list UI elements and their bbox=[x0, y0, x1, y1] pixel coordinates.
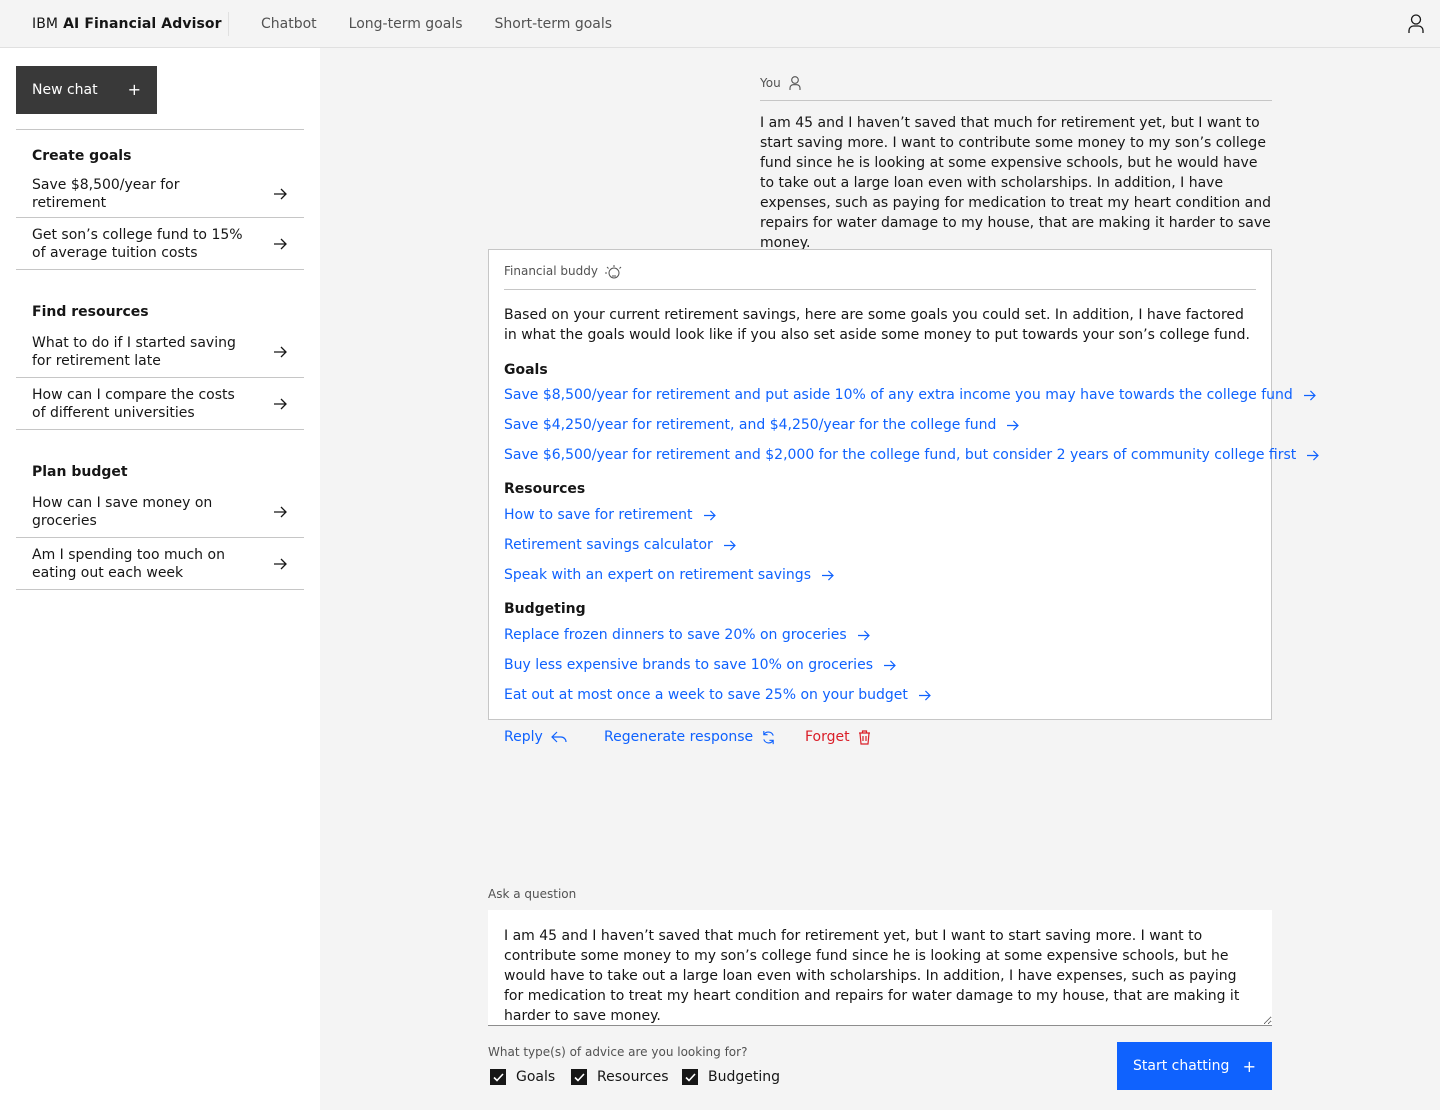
arrow-right-icon bbox=[1303, 389, 1316, 401]
advice-type-label: What type(s) of advice are you looking f… bbox=[488, 1045, 748, 1059]
goal-link-label: Save $4,250/year for retirement, and $4,… bbox=[504, 417, 997, 433]
arrow-right-icon bbox=[857, 629, 870, 641]
sidebar-heading-plan-budget: Plan budget bbox=[32, 464, 128, 480]
budget-link-2[interactable]: Buy less expensive brands to save 10% on… bbox=[504, 655, 896, 675]
arrow-right-icon bbox=[272, 396, 288, 412]
reply-icon bbox=[550, 730, 567, 744]
sidebar-item-saving-late[interactable]: What to do if I started saving for retir… bbox=[16, 326, 304, 378]
goal-link-label: Save $8,500/year for retirement and put … bbox=[504, 387, 1293, 403]
sidebar-item-college-fund[interactable]: Get son’s college fund to 15% of average… bbox=[16, 218, 304, 270]
sidebar-heading-find-resources: Find resources bbox=[32, 304, 149, 320]
nav-long-term-goals[interactable]: Long-term goals bbox=[333, 0, 479, 48]
regenerate-label: Regenerate response bbox=[604, 729, 754, 745]
arrow-right-icon bbox=[272, 504, 288, 520]
goal-link-2[interactable]: Save $4,250/year for retirement, and $4,… bbox=[504, 415, 1020, 435]
brand-name: AI Financial Advisor bbox=[63, 15, 222, 32]
arrow-right-icon bbox=[883, 659, 896, 671]
bot-intro-text: Based on your current retirement savings… bbox=[504, 307, 1250, 343]
checkbox-budgeting[interactable]: Budgeting bbox=[682, 1069, 780, 1085]
goals-heading: Goals bbox=[504, 362, 548, 378]
resource-link-label: Retirement savings calculator bbox=[504, 537, 713, 553]
checkbox-label: Goals bbox=[516, 1069, 556, 1085]
sidebar-item-label: Am I spending too much on eating out eac… bbox=[32, 546, 225, 581]
bot-message-header: Financial buddy bbox=[504, 264, 1256, 290]
brand-prefix: IBM bbox=[32, 15, 59, 32]
goal-link-label: Save $6,500/year for retirement and $2,0… bbox=[504, 447, 1297, 463]
refresh-icon bbox=[761, 730, 776, 745]
checkbox-goals[interactable]: Goals bbox=[490, 1069, 555, 1085]
resources-heading: Resources bbox=[504, 481, 586, 497]
bot-label: Financial buddy bbox=[504, 264, 598, 278]
sidebar-item-compare-universities[interactable]: How can I compare the costs of different… bbox=[16, 378, 304, 430]
new-chat-label: New chat bbox=[32, 82, 98, 98]
checkbox-checked-icon bbox=[682, 1069, 698, 1085]
checkbox-label: Resources bbox=[597, 1069, 669, 1085]
arrow-right-icon bbox=[918, 689, 931, 701]
start-chatting-label: Start chatting bbox=[1133, 1058, 1230, 1074]
resource-link-2[interactable]: Retirement savings calculator bbox=[504, 535, 736, 555]
nav-chatbot[interactable]: Chatbot bbox=[245, 0, 333, 48]
arrow-right-icon bbox=[272, 236, 288, 252]
checkbox-label: Budgeting bbox=[708, 1069, 781, 1085]
resource-link-3[interactable]: Speak with an expert on retirement savin… bbox=[504, 565, 834, 585]
arrow-right-icon bbox=[1006, 419, 1020, 431]
resource-link-label: Speak with an expert on retirement savin… bbox=[504, 567, 811, 583]
arrow-right-icon bbox=[821, 569, 834, 581]
checkbox-checked-icon bbox=[571, 1069, 587, 1085]
plus-icon: + bbox=[1242, 1056, 1256, 1076]
sidebar-item-label: How can I compare the costs of different… bbox=[32, 386, 235, 421]
sidebar-item-label: How can I save money on groceries bbox=[32, 494, 213, 529]
arrow-right-icon bbox=[703, 509, 716, 521]
sidebar-item-label: What to do if I started saving for retir… bbox=[32, 334, 236, 369]
sidebar-heading-create-goals: Create goals bbox=[32, 148, 132, 164]
plus-icon: + bbox=[127, 80, 141, 99]
goal-link-3[interactable]: Save $6,500/year for retirement and $2,0… bbox=[504, 445, 1320, 465]
resource-link-label: How to save for retirement bbox=[504, 507, 693, 523]
brand[interactable]: IBM AI Financial Advisor bbox=[0, 11, 229, 36]
sidebar: New chat + Create goals Save $8,500/year… bbox=[0, 48, 320, 1110]
user-message-text: I am 45 and I haven’t saved that much fo… bbox=[760, 115, 1271, 251]
user-label: You bbox=[760, 76, 781, 90]
sidebar-item-label: Save $8,500/year for retirement bbox=[32, 176, 180, 211]
sidebar-item-groceries[interactable]: How can I save money on groceries bbox=[16, 486, 304, 538]
checkbox-resources[interactable]: Resources bbox=[571, 1069, 669, 1085]
resource-link-1[interactable]: How to save for retirement bbox=[504, 505, 716, 525]
user-message-header: You bbox=[760, 76, 1272, 101]
goal-link-1[interactable]: Save $8,500/year for retirement and put … bbox=[504, 385, 1316, 405]
arrow-right-icon bbox=[272, 344, 288, 360]
reply-button[interactable]: Reply bbox=[504, 727, 567, 747]
checkbox-checked-icon bbox=[490, 1069, 506, 1085]
budgeting-heading: Budgeting bbox=[504, 601, 586, 617]
ask-question-label: Ask a question bbox=[488, 887, 577, 901]
reply-label: Reply bbox=[504, 729, 543, 745]
new-chat-button[interactable]: New chat + bbox=[16, 66, 157, 114]
arrow-right-icon bbox=[723, 539, 736, 551]
regenerate-response-button[interactable]: Regenerate response bbox=[604, 727, 776, 747]
sidebar-item-eating-out[interactable]: Am I spending too much on eating out eac… bbox=[16, 538, 304, 590]
sidebar-item-label: Get son’s college fund to 15% of average… bbox=[32, 226, 243, 261]
bot-response-card: Financial buddy Based on your current re… bbox=[488, 249, 1320, 720]
forget-label: Forget bbox=[805, 729, 850, 745]
user-icon bbox=[789, 76, 801, 94]
trash-icon bbox=[858, 729, 871, 745]
budget-link-3[interactable]: Eat out at most once a week to save 25% … bbox=[504, 685, 931, 705]
budget-link-label: Buy less expensive brands to save 10% on… bbox=[504, 657, 873, 673]
arrow-right-icon bbox=[272, 556, 288, 572]
ai-bulb-icon bbox=[604, 264, 622, 283]
user-avatar-icon[interactable] bbox=[1392, 0, 1440, 48]
budget-link-1[interactable]: Replace frozen dinners to save 20% on gr… bbox=[504, 625, 870, 645]
arrow-right-icon bbox=[1306, 449, 1320, 461]
question-textarea[interactable]: I am 45 and I haven’t saved that much fo… bbox=[488, 910, 1272, 1026]
app-header: IBM AI Financial Advisor Chatbot Long-te… bbox=[0, 0, 1440, 48]
start-chatting-button[interactable]: Start chatting + bbox=[1117, 1042, 1272, 1090]
forget-button[interactable]: Forget bbox=[805, 727, 871, 747]
sidebar-item-save-retirement[interactable]: Save $8,500/year for retirement bbox=[16, 170, 304, 218]
budget-link-label: Eat out at most once a week to save 25% … bbox=[504, 687, 908, 703]
divider bbox=[16, 129, 304, 130]
nav-short-term-goals[interactable]: Short-term goals bbox=[479, 0, 629, 48]
arrow-right-icon bbox=[272, 186, 288, 202]
budget-link-label: Replace frozen dinners to save 20% on gr… bbox=[504, 627, 847, 643]
